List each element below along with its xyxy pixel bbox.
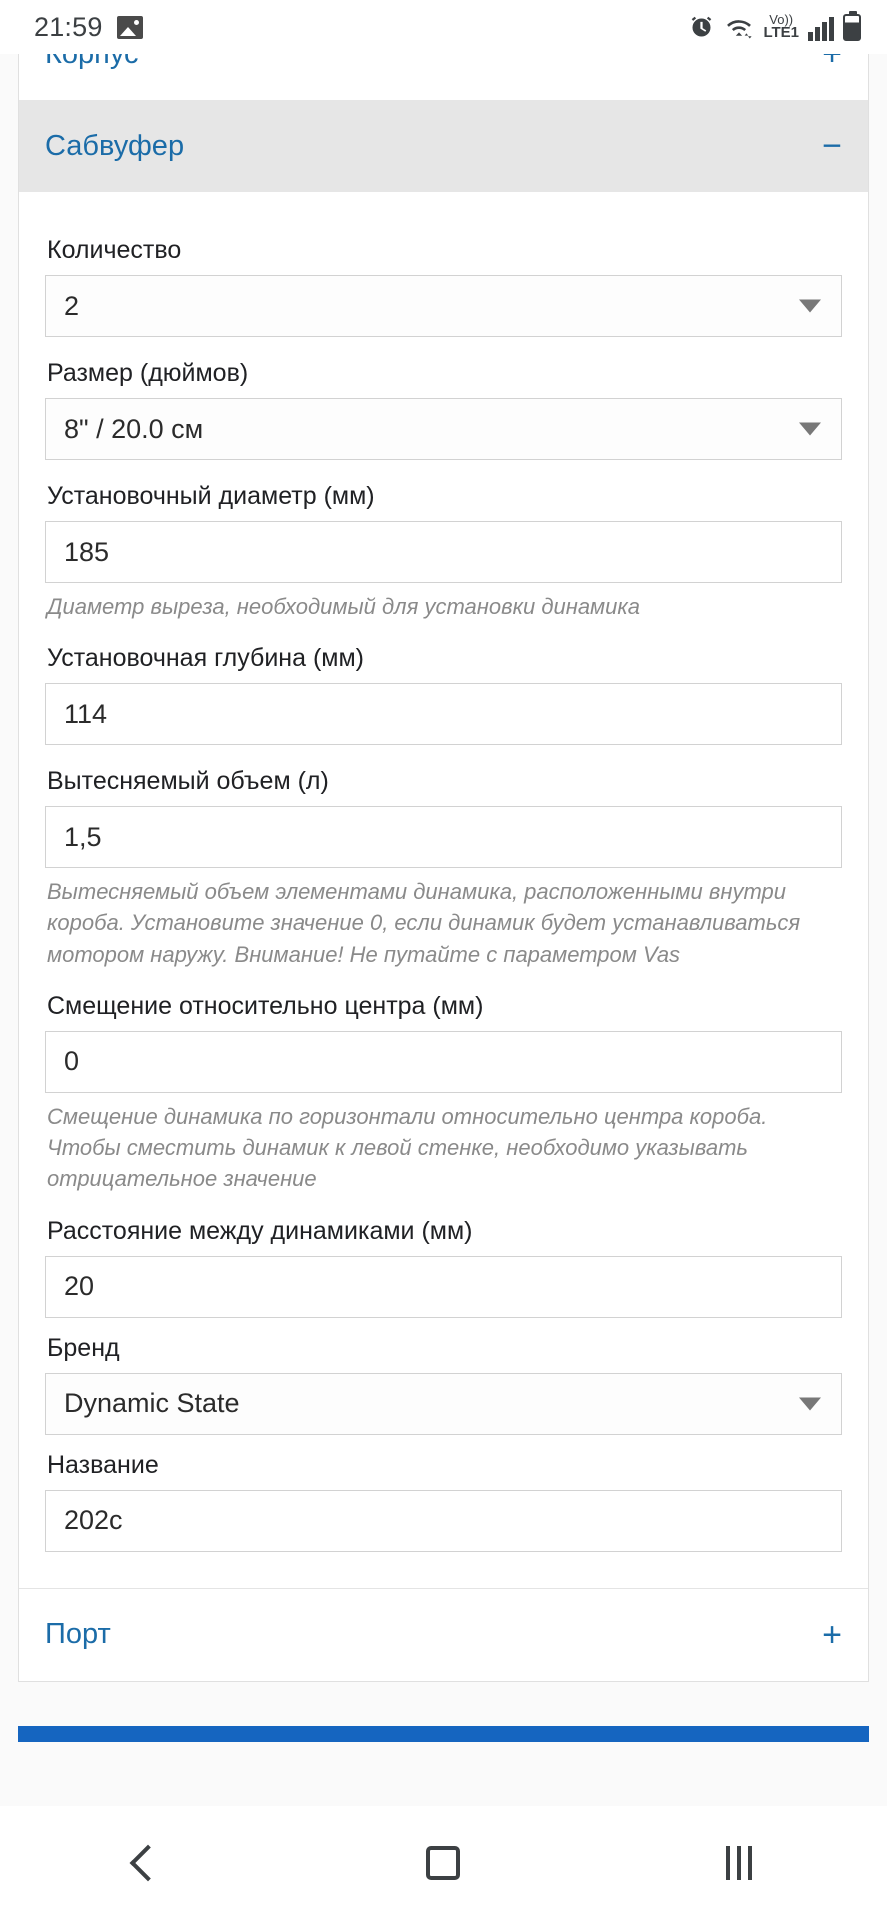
chevron-down-icon[interactable]: [799, 299, 821, 313]
field-brand: Бренд Dynamic State: [45, 1334, 842, 1435]
displaced-volume-input[interactable]: 1,5: [45, 806, 842, 869]
chevron-down-icon[interactable]: [799, 422, 821, 436]
panel-enclosure-title: Корпус: [45, 54, 139, 71]
wifi-icon: [727, 19, 753, 39]
field-displaced-volume-label: Вытесняемый объем (л): [47, 767, 329, 796]
panel-port-title: Порт: [45, 1618, 111, 1651]
field-center-offset-label: Смещение относительно центра (мм): [47, 991, 484, 1020]
mount-diameter-value: 185: [64, 536, 110, 567]
status-bar: 21:59 Vo)) LTE1: [0, 0, 887, 54]
displaced-volume-value: 1,5: [64, 821, 102, 852]
panel-enclosure-toggle-icon[interactable]: +: [822, 54, 842, 71]
mount-diameter-input[interactable]: 185: [45, 521, 842, 583]
field-model-name: Название 202c: [45, 1451, 842, 1552]
signal-icon: [808, 16, 834, 41]
panel-enclosure[interactable]: Корпус +: [18, 54, 869, 100]
center-offset-hint: Смещение динамика по горизонтали относит…: [47, 1103, 768, 1192]
displaced-volume-hint: Вытесняемый объем элементами динамика, р…: [47, 879, 801, 967]
quantity-value: 2: [64, 290, 80, 321]
mount-diameter-hint: Диаметр выреза, необходимый для установк…: [47, 594, 641, 619]
brand-select[interactable]: Dynamic State: [45, 1372, 842, 1435]
status-bar-left: 21:59: [34, 12, 143, 43]
bottom-action-bar[interactable]: [18, 1725, 869, 1742]
field-size: Размер (дюймов) 8" / 20.0 см: [45, 359, 842, 460]
alarm-icon: [692, 16, 712, 36]
size-select[interactable]: 8" / 20.0 см: [45, 398, 842, 460]
field-quantity: Количество 2: [45, 236, 842, 337]
brand-value: Dynamic State: [64, 1388, 240, 1419]
field-size-label: Размер (дюймов): [47, 359, 249, 387]
field-mount-diameter-label: Установочный диаметр (мм): [47, 482, 375, 510]
android-nav-bar: [0, 1806, 887, 1920]
battery-icon: [843, 10, 861, 41]
mount-depth-input[interactable]: 114: [45, 683, 842, 746]
status-time: 21:59: [34, 11, 103, 42]
quantity-select[interactable]: 2: [45, 275, 842, 337]
model-name-value: 202c: [64, 1505, 123, 1536]
center-offset-value: 0: [64, 1046, 80, 1077]
panel-subwoofer-title: Сабвуфер: [45, 129, 185, 162]
recents-icon: [726, 1846, 753, 1880]
panel-port-header[interactable]: Порт +: [19, 1588, 868, 1681]
phone-screen: 21:59 Vo)) LTE1 + Сабвуфер − Количество …: [0, 0, 887, 1920]
panel-enclosure-header[interactable]: Корпус +: [19, 54, 868, 100]
field-mount-depth: Установочная глубина (мм) 114: [45, 644, 842, 746]
panel-subwoofer-collapse-icon[interactable]: −: [822, 129, 842, 163]
image-icon: [116, 15, 143, 39]
panel-subwoofer-header[interactable]: Сабвуфер −: [19, 100, 868, 192]
status-bar-right: Vo)) LTE1: [688, 10, 861, 42]
nav-home-button[interactable]: [383, 1828, 503, 1898]
field-center-offset: Смещение относительно центра (мм) 0 Смещ…: [45, 992, 842, 1195]
driver-spacing-input[interactable]: 20: [45, 1255, 842, 1318]
center-offset-input[interactable]: 0: [45, 1030, 842, 1093]
mount-depth-value: 114: [64, 698, 108, 729]
chevron-down-icon[interactable]: [799, 1397, 821, 1411]
nav-back-button[interactable]: [88, 1828, 208, 1898]
field-quantity-label: Количество: [47, 236, 182, 264]
size-value: 8" / 20.0 см: [64, 413, 204, 444]
field-driver-spacing-label: Расстояние между динамиками (мм): [47, 1216, 473, 1245]
field-model-name-label: Название: [47, 1450, 159, 1479]
field-displaced-volume: Вытесняемый объем (л) 1,5 Вытесняемый об…: [45, 767, 842, 970]
home-icon: [426, 1846, 461, 1880]
field-brand-label: Бренд: [47, 1333, 120, 1362]
volte-icon: Vo)) LTE1: [763, 11, 799, 42]
scroll-content[interactable]: Корпус + Сабвуфер − Количество 2: [0, 54, 887, 1860]
field-mount-diameter: Установочный диаметр (мм) 185 Диаметр вы…: [45, 482, 842, 622]
panel-port-expand-icon[interactable]: +: [822, 1618, 842, 1652]
field-mount-depth-label: Установочная глубина (мм): [47, 644, 364, 673]
panel-subwoofer-body: Количество 2 Размер (дюймов) 8" / 20.0 с…: [19, 192, 868, 1588]
nav-recents-button[interactable]: [679, 1828, 799, 1898]
back-icon: [129, 1844, 167, 1882]
model-name-input[interactable]: 202c: [45, 1489, 842, 1552]
field-driver-spacing: Расстояние между динамиками (мм) 20: [45, 1217, 842, 1318]
panel-subwoofer: Сабвуфер − Количество 2 Размер (дюймов): [18, 100, 869, 1682]
driver-spacing-value: 20: [64, 1271, 95, 1302]
